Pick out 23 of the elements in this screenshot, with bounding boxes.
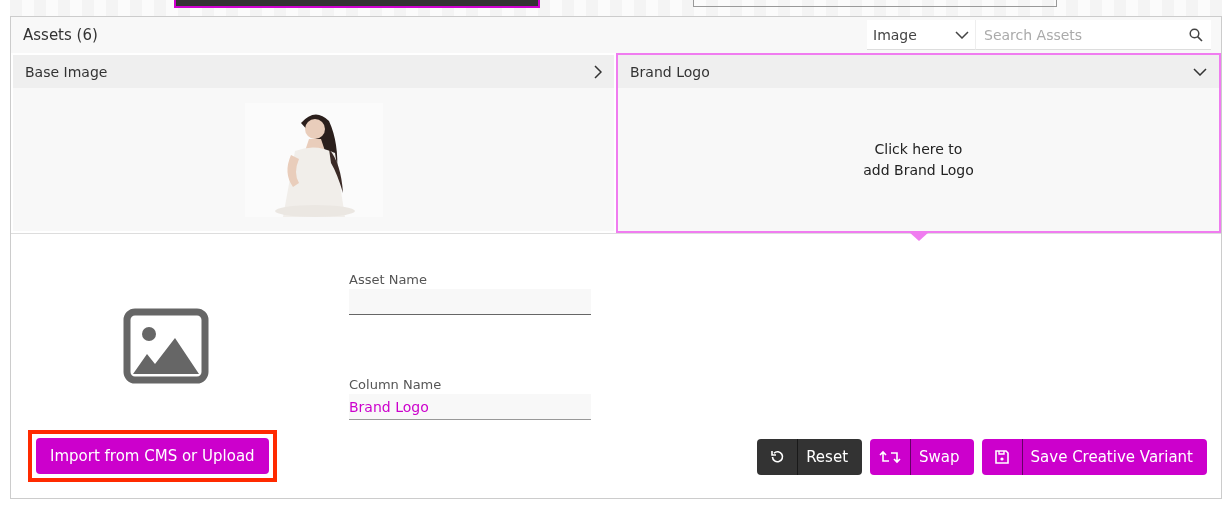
chevron-right-icon[interactable]: [594, 64, 602, 79]
add-asset-prompt[interactable]: Click here to add Brand Logo: [863, 138, 974, 181]
text-field[interactable]: [349, 289, 591, 315]
type-select[interactable]: Image: [867, 20, 975, 50]
swap-icon: [879, 450, 902, 464]
chevron-down-icon: [955, 30, 969, 39]
assets-title: Assets (6): [23, 26, 99, 44]
reset-button[interactable]: Reset: [757, 439, 863, 475]
import-button[interactable]: Import from CMS or Upload: [36, 438, 269, 474]
search-field[interactable]: Search Assets: [975, 20, 1211, 50]
field-label: Asset Name: [349, 272, 429, 287]
asset-name: Base Image: [25, 63, 108, 80]
save-button[interactable]: Save Creative Variant: [981, 439, 1207, 475]
image-placeholder-icon: [123, 308, 209, 384]
search-icon: [1189, 27, 1203, 42]
search-input[interactable]: Search Assets: [982, 25, 1189, 44]
field-label: Column Name: [349, 377, 443, 392]
swap-button[interactable]: Swap: [870, 439, 974, 475]
save-icon: [993, 449, 1010, 465]
asset-name: Brand Logo: [630, 63, 710, 80]
text-field[interactable]: Brand Logo: [349, 394, 591, 420]
chevron-down-icon[interactable]: [1193, 67, 1207, 76]
undo-icon: [769, 449, 786, 465]
